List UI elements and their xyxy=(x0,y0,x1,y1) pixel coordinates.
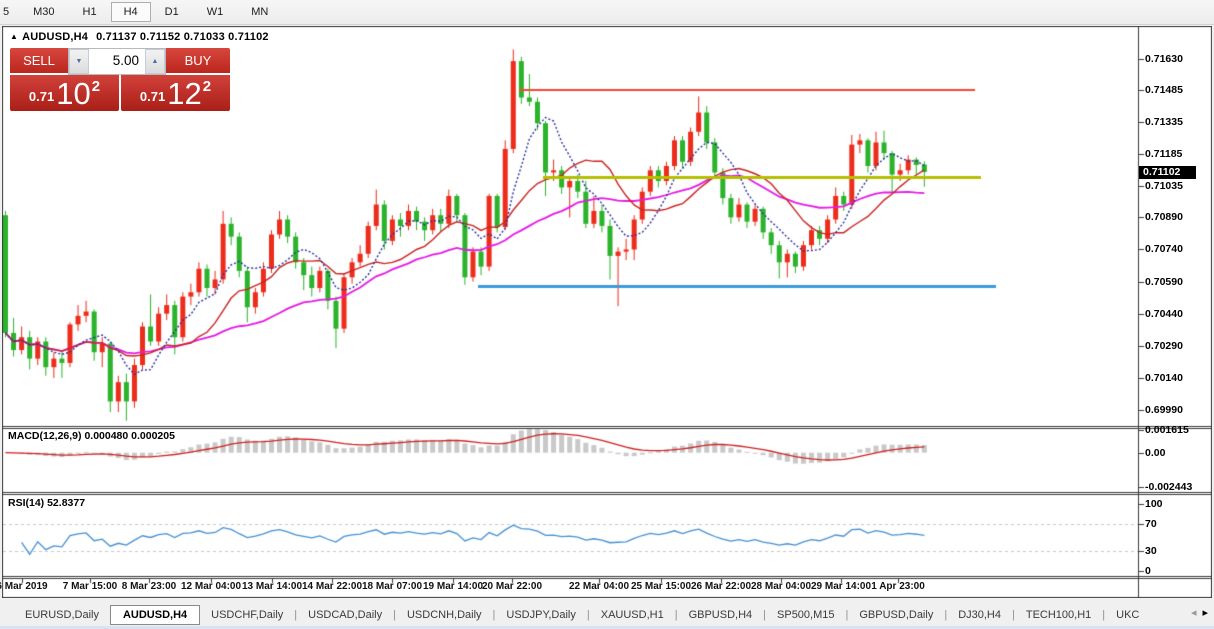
sell-price-prefix: 0.71 xyxy=(29,89,54,104)
macd-label: MACD(12,26,9) 0.000480 0.000205 xyxy=(8,430,175,442)
one-click-trade-panel: SELL BUY ▼ 5.00 ▲ 0.71102 0.71122 xyxy=(10,48,230,111)
rsi-axis-tick: 30 xyxy=(1145,545,1157,557)
sell-button[interactable]: SELL xyxy=(10,48,68,73)
date-axis-label: 8 Mar 23:00 xyxy=(122,581,176,592)
volume-down-button[interactable]: ▼ xyxy=(69,49,89,74)
sell-price-big: 10 xyxy=(56,79,90,108)
price-axis-tick: 0.70890 xyxy=(1145,211,1183,223)
chart-tab-dj30-h4[interactable]: DJ30,H4 xyxy=(947,606,1012,624)
price-axis-tick: 0.70290 xyxy=(1145,340,1183,352)
date-axis-label: 29 Mar 14:00 xyxy=(811,581,871,592)
chart-symbol-label: AUDUSD,H4 xyxy=(22,31,88,43)
rsi-axis-tick: 100 xyxy=(1145,498,1163,510)
rsi-label: RSI(14) 52.8377 xyxy=(8,497,85,509)
date-axis-label: 7 Mar 15:00 xyxy=(63,581,117,592)
timeframe-button-m30[interactable]: M30 xyxy=(19,2,68,22)
chart-tab-audusd-h4[interactable]: AUDUSD,H4 xyxy=(110,605,200,625)
date-axis-label: 28 Mar 04:00 xyxy=(751,581,811,592)
tab-scroll-left-icon[interactable]: ◂ xyxy=(1191,606,1197,619)
date-axis-label: 19 Mar 14:00 xyxy=(423,581,483,592)
price-axis-tick: 0.70590 xyxy=(1145,276,1183,288)
chart-header: ▲ AUDUSD,H4 0.71137 0.71152 0.71033 0.7110… xyxy=(10,31,269,43)
timeframe-button-d1[interactable]: D1 xyxy=(151,2,193,22)
rsi-axis-tick: 70 xyxy=(1145,518,1157,530)
chart-tab-eurusd-daily[interactable]: EURUSD,Daily xyxy=(14,606,110,624)
chart-tab-sp500-m15[interactable]: SP500,M15 xyxy=(766,606,845,624)
timeframe-button-h1[interactable]: H1 xyxy=(69,2,111,22)
current-price-tag: 0.71102 xyxy=(1139,166,1196,179)
date-axis-label: 13 Mar 14:00 xyxy=(242,581,302,592)
price-axis-tick: 0.71035 xyxy=(1145,180,1183,192)
chart-tab-tech100-h1[interactable]: TECH100,H1 xyxy=(1015,606,1102,624)
chart-tab-usdjpy-daily[interactable]: USDJPY,Daily xyxy=(495,606,587,624)
price-axis-tick: 0.71485 xyxy=(1145,84,1183,96)
price-axis-tick: 0.70440 xyxy=(1145,308,1183,320)
tab-scroll-controls: ◂ ▸ xyxy=(1191,606,1208,619)
timeframe-button-mn[interactable]: MN xyxy=(237,2,282,22)
date-axis-label: 20 Mar 22:00 xyxy=(482,581,542,592)
buy-price-prefix: 0.71 xyxy=(140,89,165,104)
timeframe-button-w1[interactable]: W1 xyxy=(193,2,238,22)
chart-ohlc-values: 0.71137 0.71152 0.71033 0.71102 xyxy=(96,31,269,43)
macd-axis-tick: 0.001615 xyxy=(1145,424,1189,436)
chart-tab-usdcnh-daily[interactable]: USDCNH,Daily xyxy=(396,606,493,624)
chart-tab-usdchf-daily[interactable]: USDCHF,Daily xyxy=(200,606,294,624)
price-axis-tick: 0.70740 xyxy=(1145,243,1183,255)
price-axis-tick: 0.70140 xyxy=(1145,372,1183,384)
chart-tab-xauusd-h1[interactable]: XAUUSD,H1 xyxy=(590,606,675,624)
sell-price-display[interactable]: 0.71102 xyxy=(10,75,119,111)
date-axis-label: 22 Mar 04:00 xyxy=(569,581,629,592)
chart-tab-usdcad-daily[interactable]: USDCAD,Daily xyxy=(297,606,393,624)
buy-price-display[interactable]: 0.71122 xyxy=(121,75,230,111)
volume-stepper: ▼ 5.00 ▲ xyxy=(68,48,166,75)
buy-price-big: 12 xyxy=(167,79,201,108)
sell-price-sup: 2 xyxy=(92,78,100,95)
buy-button[interactable]: BUY xyxy=(166,48,230,73)
buy-price-sup: 2 xyxy=(203,78,211,95)
up-triangle-icon: ▲ xyxy=(10,32,18,41)
timeframe-button-5[interactable]: 5 xyxy=(0,2,19,22)
timeframe-button-h4[interactable]: H4 xyxy=(111,2,151,22)
date-axis-label: 26 Mar 22:00 xyxy=(691,581,751,592)
date-axis-label: 14 Mar 22:00 xyxy=(302,581,362,592)
price-axis-tick: 0.69990 xyxy=(1145,404,1183,416)
price-axis-tick: 0.71185 xyxy=(1145,148,1182,160)
chart-tab-gbpusd-daily[interactable]: GBPUSD,Daily xyxy=(848,606,944,624)
date-axis-label: 12 Mar 04:00 xyxy=(181,581,241,592)
tab-scroll-right-icon[interactable]: ▸ xyxy=(1202,606,1208,619)
chart-canvas[interactable] xyxy=(2,26,1212,598)
price-axis-tick: 0.71335 xyxy=(1145,116,1183,128)
date-axis-label: 6 Mar 2019 xyxy=(0,581,48,592)
date-axis-label: 1 Apr 23:00 xyxy=(871,581,925,592)
mt4-terminal: 5M30H1H4D1W1MN ▲ AUDUSD,H4 0.71137 0.71152… xyxy=(0,0,1214,629)
chart-tab-ukc[interactable]: UKC xyxy=(1105,606,1150,624)
timeframe-toolbar: 5M30H1H4D1W1MN xyxy=(0,0,1214,25)
macd-axis-tick: 0.00 xyxy=(1145,447,1165,459)
chart-tab-gbpusd-h4[interactable]: GBPUSD,H4 xyxy=(678,606,764,624)
date-axis-label: 18 Mar 07:00 xyxy=(362,581,422,592)
rsi-axis-tick: 0 xyxy=(1145,565,1151,577)
macd-axis-tick: -0.002443 xyxy=(1145,481,1192,493)
chart-tab-bar: EURUSD,DailyAUDUSD,H4USDCHF,Daily|USDCAD… xyxy=(0,603,1214,626)
volume-up-button[interactable]: ▲ xyxy=(145,49,165,74)
date-axis-label: 25 Mar 15:00 xyxy=(631,581,691,592)
price-axis-tick: 0.71630 xyxy=(1145,53,1183,65)
volume-input[interactable]: 5.00 xyxy=(89,49,145,74)
